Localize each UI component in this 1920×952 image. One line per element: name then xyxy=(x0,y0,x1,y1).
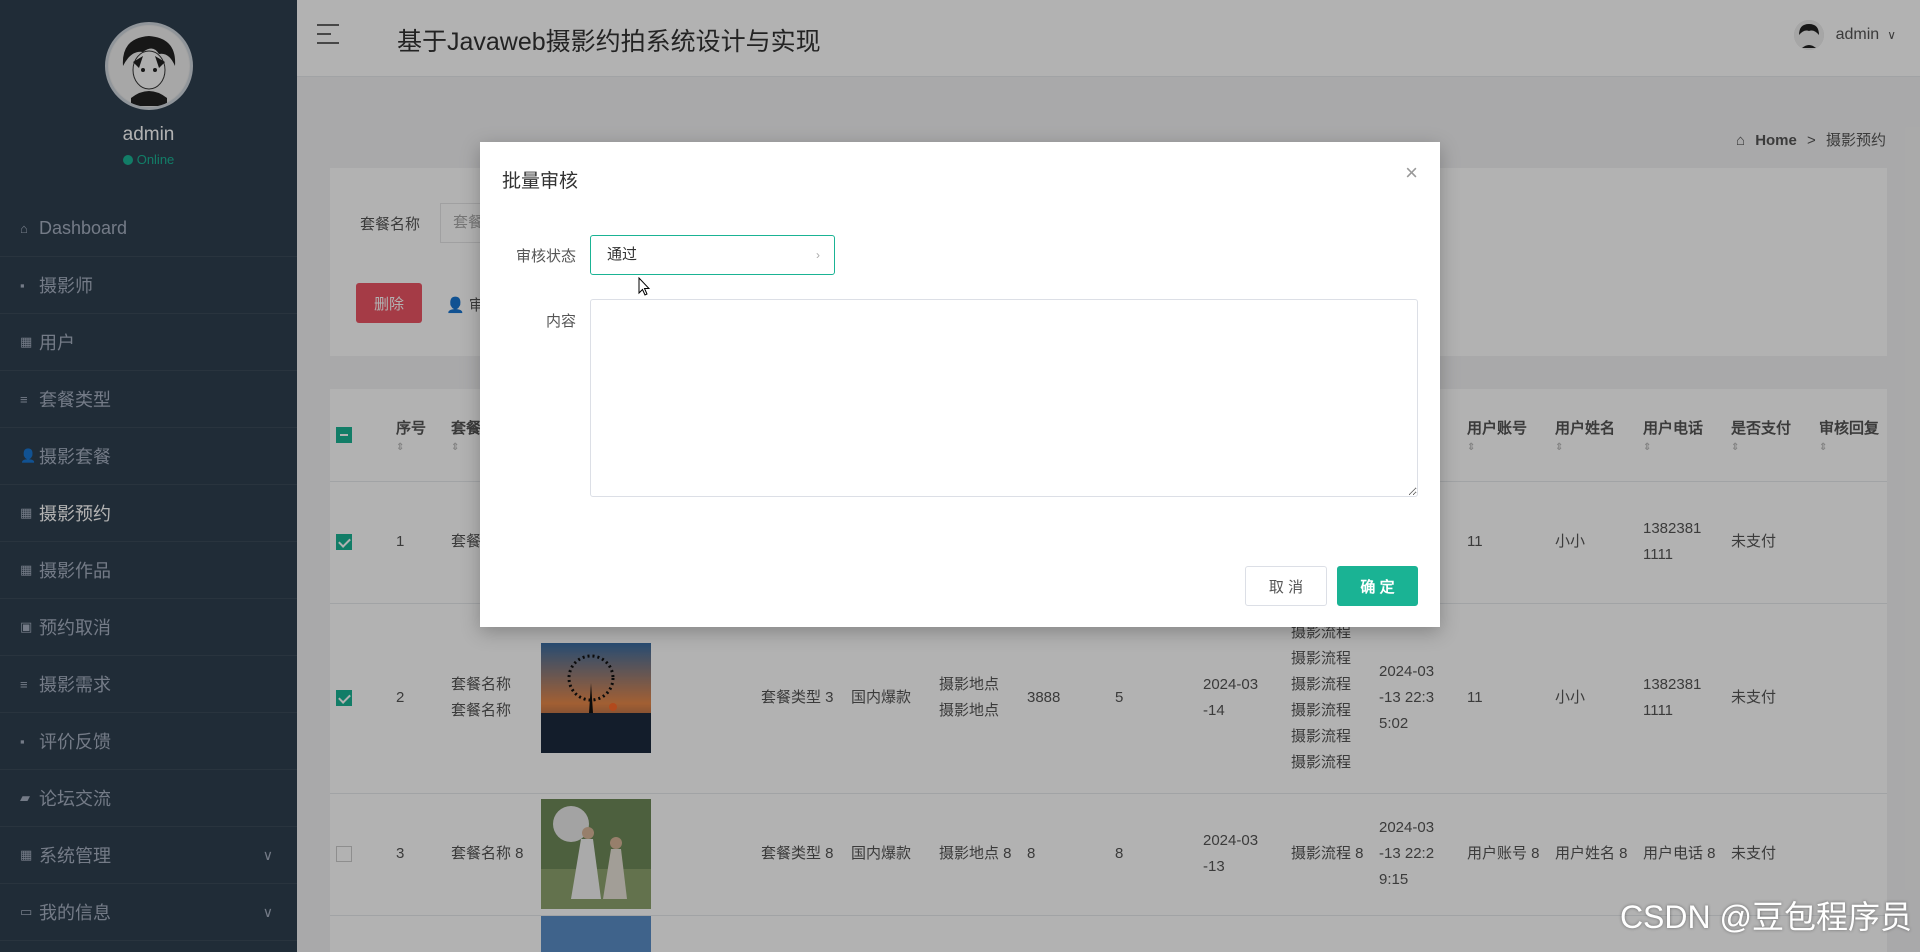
content-label: 内容 xyxy=(546,313,577,330)
status-label: 审核状态 xyxy=(516,248,577,265)
status-selected-value: 通过 xyxy=(607,246,638,263)
status-select[interactable]: 通过 › xyxy=(590,235,835,275)
close-icon[interactable]: × xyxy=(1405,160,1418,186)
mouse-cursor-icon xyxy=(638,277,650,296)
batch-audit-dialog: 批量审核 × 审核状态 通过 › 内容 取 消 确 定 xyxy=(480,142,1440,627)
confirm-button[interactable]: 确 定 xyxy=(1337,566,1418,606)
chevron-right-icon: › xyxy=(816,248,820,262)
content-textarea[interactable] xyxy=(590,299,1418,497)
dialog-title: 批量审核 xyxy=(502,171,579,192)
cancel-button[interactable]: 取 消 xyxy=(1245,566,1327,606)
watermark: CSDN @豆包程序员 xyxy=(1619,899,1912,935)
